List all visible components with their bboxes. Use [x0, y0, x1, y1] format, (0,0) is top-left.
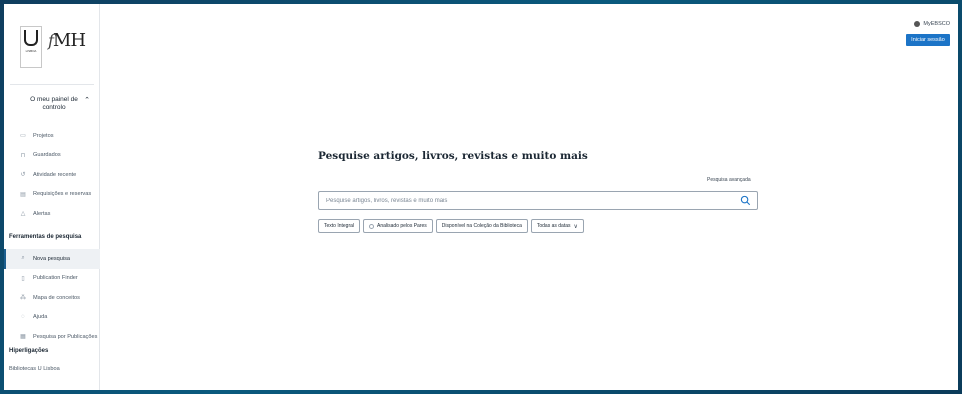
filter-library-collection[interactable]: Disponível na Coleção da Biblioteca	[435, 219, 528, 233]
publication-icon: ▯	[21, 275, 25, 282]
help-icon: ◌	[21, 314, 25, 321]
bell-icon: △	[20, 211, 26, 218]
chevron-up-icon: ⌃	[84, 97, 90, 104]
myebsco-label: MyEBSCO	[923, 21, 950, 27]
bookmark-icon: ⊓	[20, 152, 26, 159]
user-icon	[914, 21, 921, 27]
sidebar-item-nova-pesquisa[interactable]: ⌕ Nova pesquisa	[4, 249, 100, 269]
search-box	[318, 191, 758, 210]
ulisboa-logo-text: LISBOA	[25, 49, 37, 53]
sidebar-item-ajuda[interactable]: ◌ Ajuda	[4, 308, 100, 328]
concept-map-icon: ⁂	[20, 295, 26, 302]
app-window: LISBOA fMH O meu painel de controlo ⌃ ▭ …	[4, 4, 958, 390]
history-icon: ↺	[20, 172, 26, 179]
chevron-down-icon: ∨	[573, 223, 578, 230]
sidebar-item-requisicoes[interactable]: ▤ Requisições e reservas	[4, 185, 100, 205]
dashboard-nav: ▭ Projetos ⊓ Guardados ↺ Atividade recen…	[4, 126, 100, 224]
sidebar-item-label: Atividade recente	[33, 171, 77, 178]
sidebar-item-mapa-conceitos[interactable]: ⁂ Mapa de conceitos	[4, 288, 100, 308]
sidebar-link-bibliotecas[interactable]: Bibliotecas U Lisboa	[9, 366, 60, 372]
filter-dates-dropdown[interactable]: Todas as datas ∨	[530, 219, 584, 233]
fmh-logo-text: MH	[52, 30, 86, 51]
sidebar-item-guardados[interactable]: ⊓ Guardados	[4, 146, 100, 166]
sidebar-item-label: Alertas	[33, 210, 51, 217]
sidebar-item-label: Requisições e reservas	[33, 191, 92, 198]
sidebar-item-label: Publication Finder	[33, 275, 78, 282]
publications-list-icon: ▦	[20, 334, 26, 341]
sidebar-item-projetos[interactable]: ▭ Projetos	[4, 126, 100, 146]
search-filters: Texto Integral Analisado pelos Pares Dis…	[318, 219, 584, 233]
sidebar-item-alertas[interactable]: △ Alertas	[4, 204, 100, 224]
ulisboa-u-mark	[24, 30, 38, 46]
filter-dates-label: Todas as datas	[536, 223, 571, 229]
institution-logo[interactable]: LISBOA fMH	[20, 26, 90, 74]
myebsco-account[interactable]: MyEBSCO	[914, 21, 950, 27]
sidebar-item-label: Nova pesquisa	[33, 255, 71, 262]
peer-reviewed-icon	[369, 223, 375, 229]
filter-full-text[interactable]: Texto Integral	[318, 219, 361, 233]
filter-peer-reviewed-label: Analisado pelos Pares	[377, 223, 427, 229]
search-icon: ⌕	[21, 255, 25, 262]
sidebar-item-label: Projetos	[33, 132, 54, 139]
filter-library-collection-label: Disponível na Coleção da Biblioteca	[441, 223, 522, 229]
dashboard-toggle-label: O meu painel de controlo	[30, 96, 78, 111]
page-title: Pesquise artigos, livros, revistas e mui…	[318, 150, 588, 162]
signin-button[interactable]: Iniciar sessão	[906, 34, 950, 46]
sidebar-item-atividade[interactable]: ↺ Atividade recente	[4, 165, 100, 185]
filter-peer-reviewed[interactable]: Analisado pelos Pares	[363, 219, 433, 233]
search-input[interactable]	[326, 195, 726, 207]
sidebar-item-label: Pesquisa por Publicações	[33, 333, 98, 340]
ulisboa-logo: LISBOA	[20, 26, 42, 68]
links-section-title: Hiperligações	[9, 348, 49, 354]
sidebar: LISBOA fMH O meu painel de controlo ⌃ ▭ …	[4, 4, 100, 390]
tools-section-title: Ferramentas de pesquisa	[9, 234, 82, 240]
sidebar-item-label: Ajuda	[33, 314, 48, 321]
advanced-search-link[interactable]: Pesquisa avançada	[707, 177, 751, 183]
sidebar-divider	[10, 84, 94, 85]
search-icon[interactable]	[740, 195, 751, 206]
sidebar-item-publication-finder[interactable]: ▯ Publication Finder	[4, 269, 100, 289]
filter-full-text-label: Texto Integral	[324, 223, 355, 229]
folder-icon: ▭	[20, 133, 26, 140]
sidebar-item-pesquisa-publicacoes[interactable]: ▦ Pesquisa por Publicações	[4, 327, 100, 347]
tools-nav: ⌕ Nova pesquisa ▯ Publication Finder ⁂ M…	[4, 249, 100, 347]
dashboard-toggle[interactable]: O meu painel de controlo ⌃	[18, 96, 90, 118]
sidebar-item-label: Mapa de conceitos	[33, 294, 80, 301]
document-icon: ▤	[20, 191, 26, 198]
sidebar-item-label: Guardados	[33, 152, 61, 159]
fmh-logo: fMH	[48, 30, 90, 54]
